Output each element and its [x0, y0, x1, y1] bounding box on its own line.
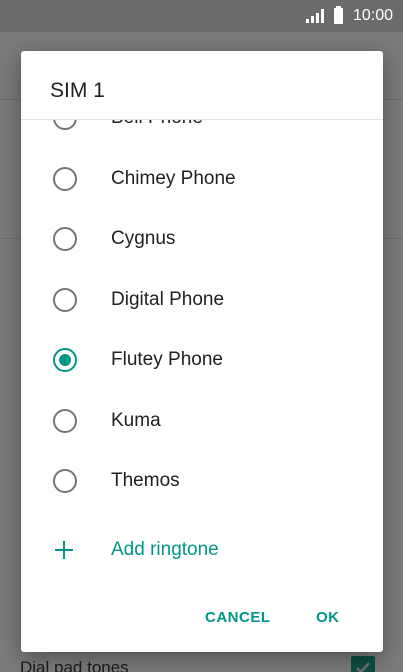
ringtone-option[interactable]: Digital Phone — [21, 270, 383, 330]
dialog-actions: CANCEL OK — [21, 582, 383, 652]
battery-icon — [333, 6, 343, 24]
radio-button[interactable] — [53, 167, 77, 191]
ringtone-option[interactable]: Themos — [21, 451, 383, 511]
status-time: 10:00 — [352, 7, 393, 24]
ringtone-label: Themos — [111, 470, 180, 491]
plus-icon — [53, 539, 75, 561]
ringtone-label: Bell Phone — [111, 120, 203, 129]
ringtone-list[interactable]: Bell Phone Chimey Phone Cygnus Digital P… — [21, 120, 383, 579]
ringtone-label: Chimey Phone — [111, 168, 236, 189]
radio-button-selected[interactable] — [53, 348, 77, 372]
ringtone-label: Flutey Phone — [111, 349, 223, 370]
cancel-button[interactable]: CANCEL — [197, 599, 279, 635]
add-ringtone-label: Add ringtone — [111, 539, 219, 560]
background-checkbox — [351, 656, 375, 672]
ringtone-label: Cygnus — [111, 228, 176, 249]
radio-button[interactable] — [53, 120, 77, 130]
radio-button[interactable] — [53, 469, 77, 493]
check-icon — [356, 662, 370, 672]
ok-button[interactable]: OK — [308, 599, 348, 635]
ringtone-option[interactable]: Chimey Phone — [21, 149, 383, 209]
radio-button[interactable] — [53, 409, 77, 433]
ringtone-dialog: SIM 1 Bell Phone Chimey Phone Cygnus Dig… — [21, 51, 383, 652]
dialog-title: SIM 1 — [50, 79, 105, 102]
background-row-label: Dial pad tones — [20, 658, 129, 672]
ringtone-option[interactable]: Bell Phone — [21, 120, 383, 148]
radio-button[interactable] — [53, 227, 77, 251]
radio-button[interactable] — [53, 288, 77, 312]
signal-icon — [305, 9, 324, 23]
ringtone-option[interactable]: Kuma — [21, 391, 383, 451]
status-bar: 10:00 — [0, 0, 403, 32]
status-icons: 10:00 — [305, 0, 393, 32]
add-ringtone-row[interactable]: Add ringtone — [21, 521, 383, 581]
ringtone-option-selected[interactable]: Flutey Phone — [21, 330, 383, 390]
ringtone-label: Kuma — [111, 410, 161, 431]
ringtone-option[interactable]: Cygnus — [21, 209, 383, 269]
ringtone-label: Digital Phone — [111, 289, 225, 310]
